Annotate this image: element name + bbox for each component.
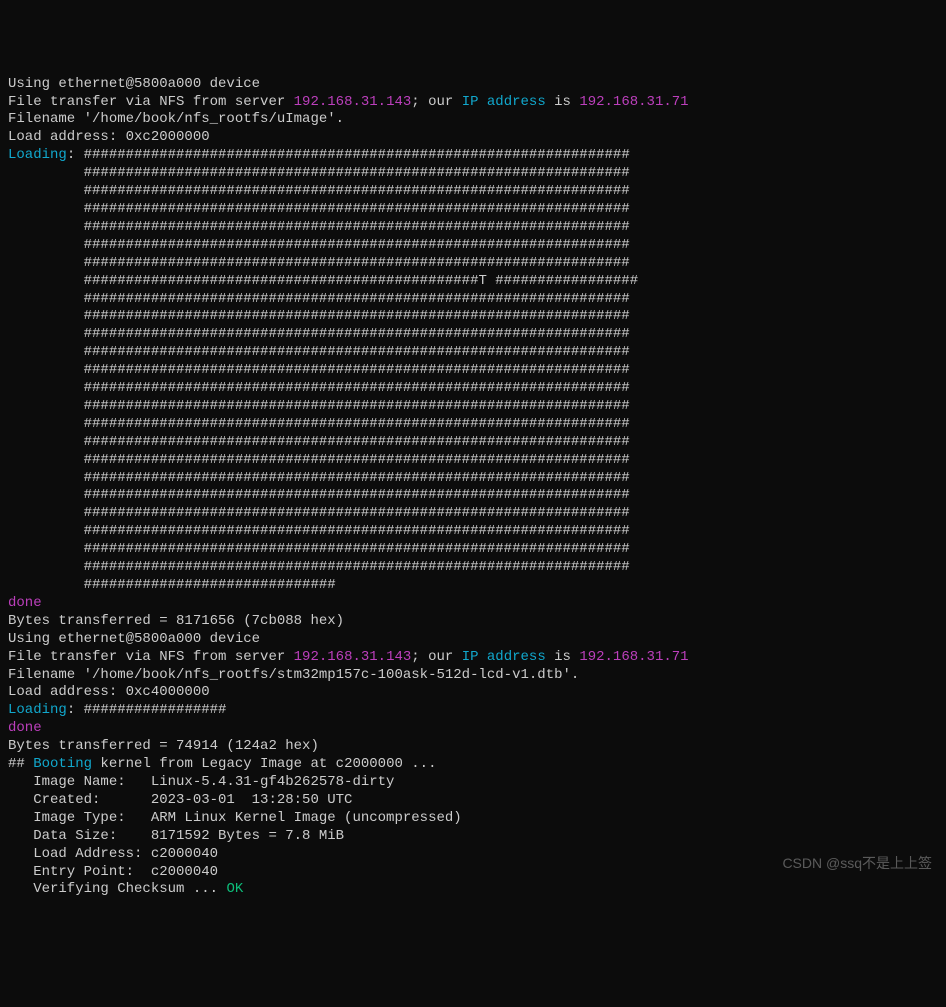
progress-hashes: ########################################…	[8, 219, 630, 235]
watermark: CSDN @ssq不是上上签	[782, 855, 932, 873]
colon: :	[67, 702, 84, 718]
colon: :	[67, 147, 84, 163]
progress-hashes: ##############################	[8, 577, 336, 593]
progress-hashes: ########################################…	[8, 344, 630, 360]
client-ip: 192.168.31.71	[579, 649, 688, 665]
loading-label: Loading	[8, 147, 67, 163]
client-ip: 192.168.31.71	[579, 94, 688, 110]
boot-prefix: ##	[8, 756, 33, 772]
done-label: done	[8, 720, 42, 736]
progress-hashes: ########################################…	[8, 380, 630, 396]
progress-hashes: ########################################…	[8, 183, 630, 199]
nfs-sep: ; our	[411, 94, 461, 110]
terminal-output: Using ethernet@5800a000 device File trans…	[8, 76, 938, 900]
nfs-sep: ; our	[411, 649, 461, 665]
booting-label: Booting	[33, 756, 92, 772]
ip-address-label: IP address	[462, 649, 546, 665]
progress-hashes: ########################################…	[8, 523, 630, 539]
load-address-field: Load Address: c2000040	[8, 846, 218, 862]
progress-hashes: ########################################…	[8, 434, 630, 450]
eth-device-line: Using ethernet@5800a000 device	[8, 631, 260, 647]
bytes-transferred-line: Bytes transferred = 8171656 (7cb088 hex)	[8, 613, 344, 629]
server-ip: 192.168.31.143	[294, 94, 412, 110]
progress-hashes: ########################################…	[8, 470, 630, 486]
verify-ok: OK	[226, 881, 243, 897]
progress-hashes: ########################################…	[8, 273, 638, 289]
nfs-prefix: File transfer via NFS from server	[8, 649, 294, 665]
progress-hashes: ########################################…	[8, 559, 630, 575]
server-ip: 192.168.31.143	[294, 649, 412, 665]
entry-point-line: Entry Point: c2000040	[8, 864, 218, 880]
filename-line: Filename '/home/book/nfs_rootfs/uImage'.	[8, 111, 344, 127]
data-size-line: Data Size: 8171592 Bytes = 7.8 MiB	[8, 828, 344, 844]
bytes-transferred-line: Bytes transferred = 74914 (124a2 hex)	[8, 738, 319, 754]
image-name-line: Image Name: Linux-5.4.31-gf4b262578-dirt…	[8, 774, 394, 790]
progress-hashes: ########################################…	[8, 487, 630, 503]
progress-hashes: ########################################…	[8, 308, 630, 324]
ip-address-label: IP address	[462, 94, 546, 110]
progress-hashes: ########################################…	[8, 165, 630, 181]
loading-label: Loading	[8, 702, 67, 718]
created-line: Created: 2023-03-01 13:28:50 UTC	[8, 792, 352, 808]
load-address-line: Load address: 0xc2000000	[8, 129, 210, 145]
eth-device-line: Using ethernet@5800a000 device	[8, 76, 260, 92]
verify-checksum-label: Verifying Checksum ...	[8, 881, 226, 897]
progress-hashes: ########################################…	[8, 505, 630, 521]
progress-hashes: ########################################…	[84, 147, 630, 163]
nfs-mid: is	[546, 649, 580, 665]
progress-hashes: ########################################…	[8, 255, 630, 271]
progress-hashes: ########################################…	[8, 452, 630, 468]
image-type-line: Image Type: ARM Linux Kernel Image (unco…	[8, 810, 462, 826]
nfs-prefix: File transfer via NFS from server	[8, 94, 294, 110]
progress-hashes: ########################################…	[8, 201, 630, 217]
progress-hashes: ########################################…	[8, 326, 630, 342]
load-address-line: Load address: 0xc4000000	[8, 684, 210, 700]
progress-hashes: ########################################…	[8, 237, 630, 253]
progress-hashes: ########################################…	[8, 291, 630, 307]
progress-hashes: #################	[84, 702, 227, 718]
filename-line: Filename '/home/book/nfs_rootfs/stm32mp1…	[8, 667, 579, 683]
progress-hashes: ########################################…	[8, 416, 630, 432]
done-label: done	[8, 595, 42, 611]
progress-hashes: ########################################…	[8, 398, 630, 414]
nfs-mid: is	[546, 94, 580, 110]
progress-hashes: ########################################…	[8, 362, 630, 378]
boot-rest: kernel from Legacy Image at c2000000 ...	[92, 756, 436, 772]
progress-hashes: ########################################…	[8, 541, 630, 557]
